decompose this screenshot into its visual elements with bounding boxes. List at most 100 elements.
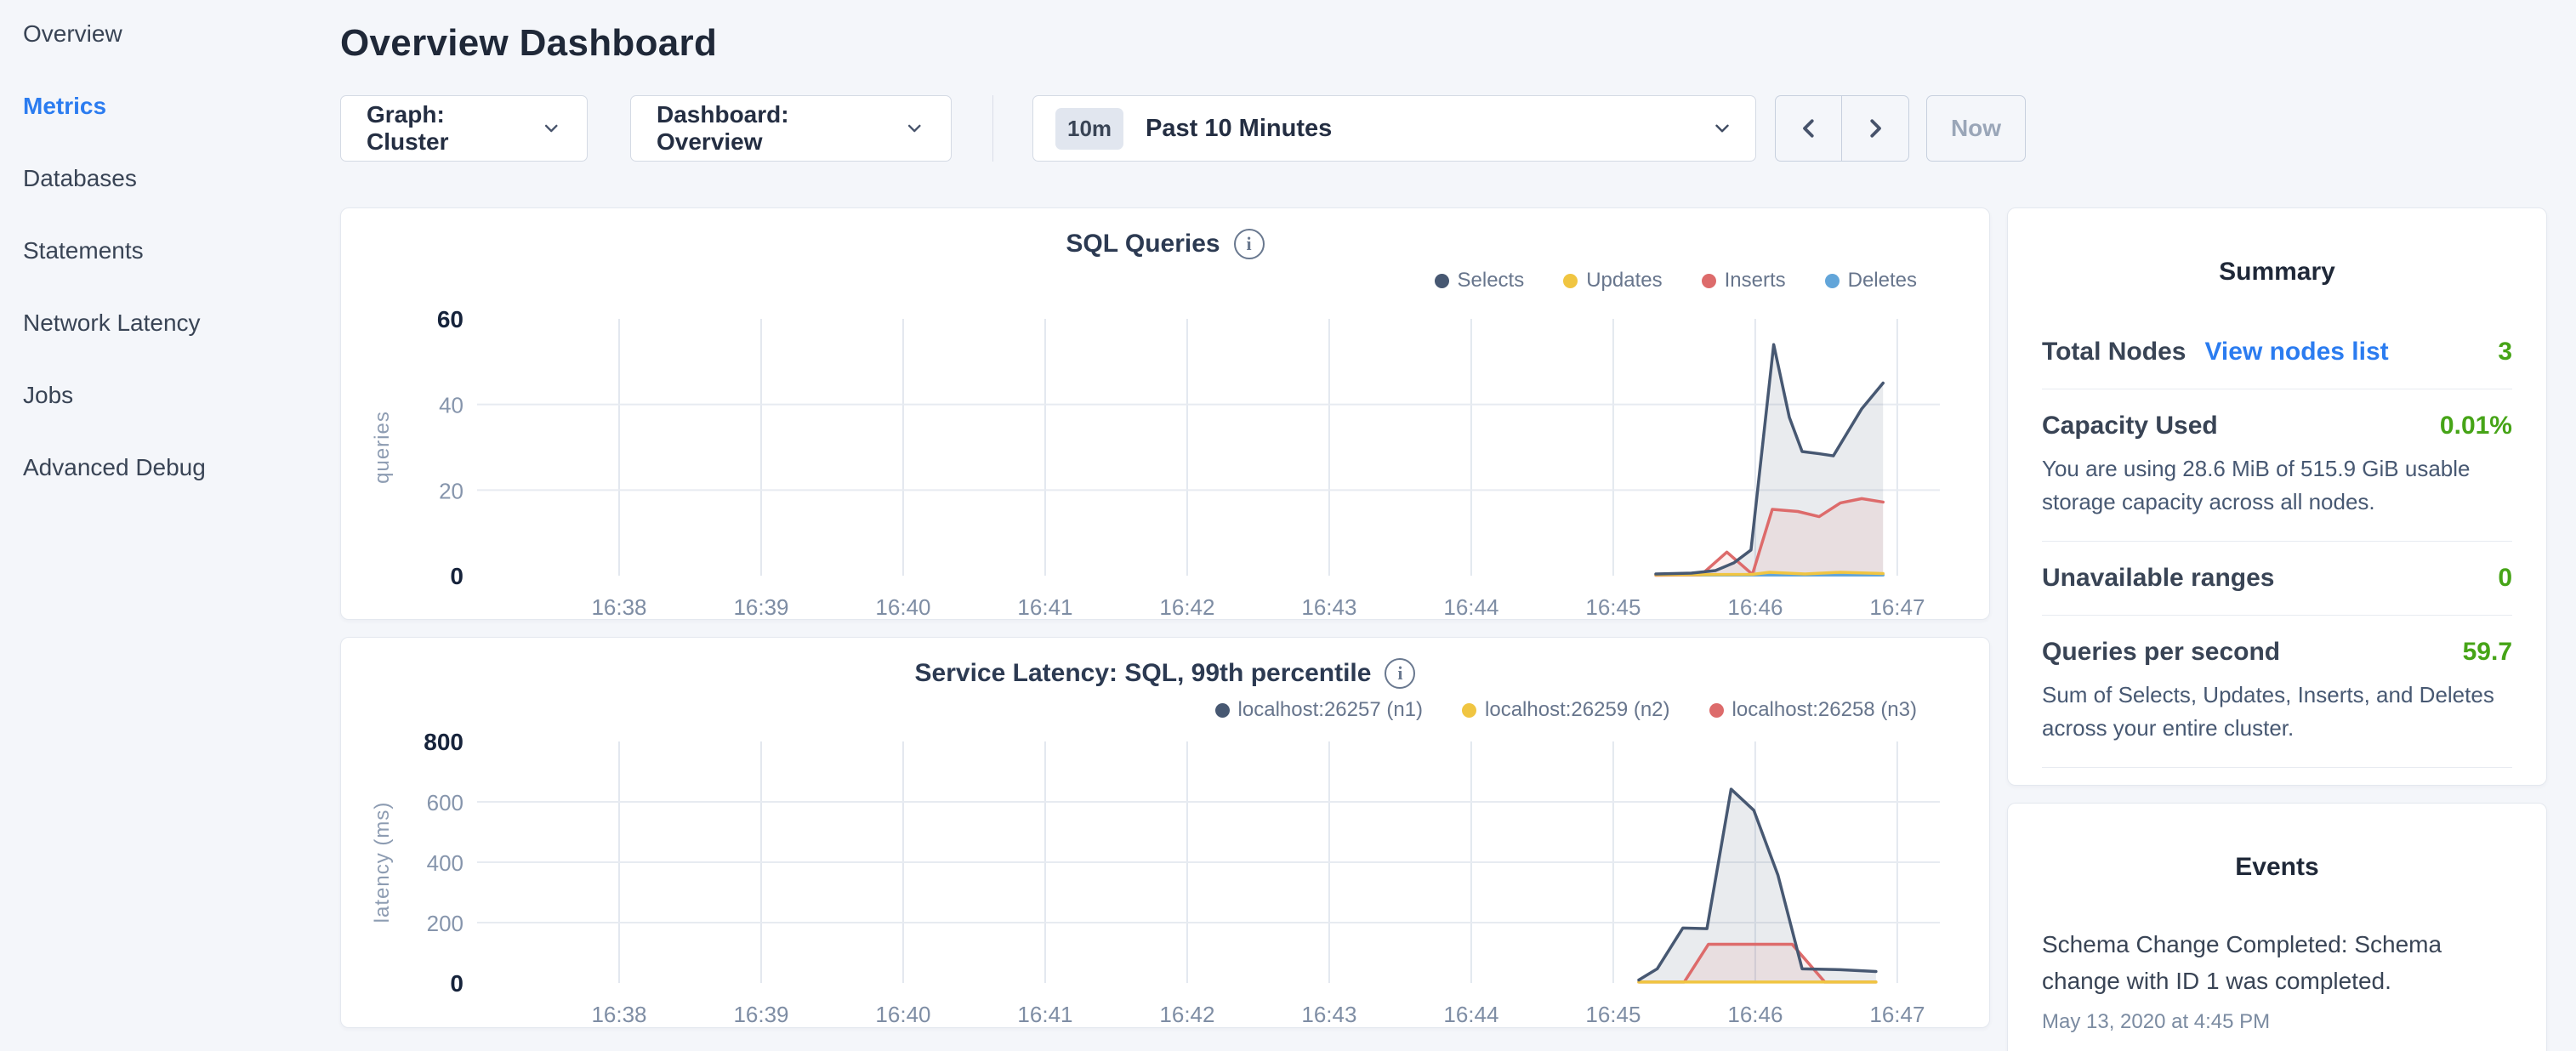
chevron-down-icon [904, 117, 925, 139]
chart-canvas: 16:38 16:39 16:40 16:41 16:42 16:43 16:44 16:45… [367, 295, 1965, 620]
svg-text:20: 20 [439, 478, 463, 503]
event-item: Schema Change Completed: Schema change w… [2042, 926, 2512, 1034]
svg-text:40: 40 [439, 393, 463, 418]
legend-dot-icon [1563, 274, 1578, 288]
summary-row-label: Queries per second [2042, 638, 2280, 667]
legend-dot-icon [1825, 274, 1840, 288]
svg-text:16:44: 16:44 [1443, 594, 1498, 620]
time-range-badge: 10m [1055, 108, 1123, 150]
svg-text:16:42: 16:42 [1159, 1002, 1214, 1027]
info-icon[interactable]: i [1385, 658, 1415, 689]
chevron-down-icon [1711, 117, 1733, 139]
dashboard-dropdown-label: Dashboard: Overview [657, 101, 887, 156]
time-range-label: Past 10 Minutes [1146, 115, 1332, 143]
svg-text:16:47: 16:47 [1869, 594, 1925, 620]
svg-text:latency (ms): latency (ms) [371, 802, 394, 923]
events-card: Events Schema Change Completed: Schema c… [2007, 803, 2547, 1051]
summary-row-label: Total Nodes [2042, 338, 2186, 366]
view-nodes-list-link[interactable]: View nodes list [2204, 338, 2388, 366]
now-button[interactable]: Now [1926, 95, 2026, 162]
summary-row-value: 3 [2498, 338, 2512, 366]
events-title: Events [2042, 853, 2512, 882]
divider [2042, 541, 2512, 542]
summary-row-description: You are using 28.6 MiB of 515.9 GiB usab… [2042, 452, 2512, 519]
service-latency-plot[interactable]: 16:3816:3916:4016:4116:4216:4316:4416:45… [367, 724, 1964, 1028]
sidebar-item-statements[interactable]: Statements [23, 237, 340, 264]
svg-text:queries: queries [371, 411, 394, 484]
chevron-down-icon [541, 117, 561, 139]
svg-text:16:46: 16:46 [1727, 594, 1783, 620]
sql-queries-chart-card: SQL Queries i SelectsUpdatesInsertsDelet… [340, 207, 1990, 620]
svg-text:60: 60 [437, 306, 463, 332]
summary-row-description: Sum of Selects, Updates, Inserts, and De… [2042, 679, 2512, 745]
time-range-selector[interactable]: 10m Past 10 Minutes [1032, 95, 1756, 162]
summary-title: Summary [2042, 258, 2512, 287]
graph-scope-dropdown[interactable]: Graph: Cluster [340, 95, 588, 162]
event-text: Schema Change Completed: Schema change w… [2042, 926, 2512, 1000]
summary-row-label: Capacity Used [2042, 412, 2218, 440]
svg-text:16:43: 16:43 [1301, 1002, 1356, 1027]
service-latency-chart-card: Service Latency: SQL, 99th percentile i … [340, 637, 1990, 1028]
svg-text:16:42: 16:42 [1159, 594, 1214, 620]
svg-text:16:41: 16:41 [1017, 594, 1072, 620]
sidebar-item-advanced-debug[interactable]: Advanced Debug [23, 454, 340, 481]
svg-text:16:38: 16:38 [591, 594, 646, 620]
svg-text:16:40: 16:40 [875, 1002, 930, 1027]
chart-title: Service Latency: SQL, 99th percentile [915, 659, 1372, 688]
sidebar-item-network-latency[interactable]: Network Latency [23, 310, 340, 337]
sql-queries-plot[interactable]: 16:38 16:39 16:40 16:41 16:42 16:43 16:44 16:45… [367, 295, 1964, 620]
legend-dot-icon [1709, 703, 1724, 718]
sidebar: Overview Metrics Databases Statements Ne… [0, 0, 340, 1051]
time-nav-group [1775, 95, 1909, 162]
info-icon[interactable]: i [1234, 229, 1265, 259]
sidebar-item-databases[interactable]: Databases [23, 165, 340, 192]
summary-card: Summary Total Nodes View nodes list 3 Ca… [2007, 207, 2547, 786]
svg-text:0: 0 [450, 563, 463, 589]
chevron-left-icon [1796, 116, 1822, 141]
chart-legend: SelectsUpdatesInsertsDeletes [367, 268, 1917, 293]
svg-text:16:45: 16:45 [1585, 1002, 1641, 1027]
dashboard-body: SQL Queries i SelectsUpdatesInsertsDelet… [340, 207, 2576, 1051]
summary-row-value: 0.01% [2440, 412, 2512, 440]
legend-item: Selects [1435, 268, 1525, 293]
page-title: Overview Dashboard [340, 22, 2576, 65]
toolbar-divider [992, 95, 993, 162]
svg-text:16:40: 16:40 [875, 594, 930, 620]
chart-legend: localhost:26257 (n1)localhost:26259 (n2)… [367, 697, 1917, 723]
legend-item: localhost:26258 (n3) [1709, 697, 1917, 723]
summary-row-unavailable-ranges: Unavailable ranges 0 [2042, 564, 2512, 593]
legend-item: Deletes [1825, 268, 1917, 293]
svg-text:16:41: 16:41 [1017, 1002, 1072, 1027]
chart-title: SQL Queries [1066, 230, 1220, 258]
svg-text:16:38: 16:38 [591, 1002, 646, 1027]
svg-text:0: 0 [450, 970, 463, 997]
dashboard-dropdown[interactable]: Dashboard: Overview [630, 95, 952, 162]
legend-item: localhost:26259 (n2) [1462, 697, 1669, 723]
time-next-button[interactable] [1842, 96, 1908, 161]
toolbar: Graph: Cluster Dashboard: Overview 10m P… [340, 95, 2576, 162]
divider [2042, 767, 2512, 768]
svg-text:16:43: 16:43 [1301, 594, 1356, 620]
event-timestamp: May 13, 2020 at 4:45 PM [2042, 1010, 2512, 1034]
legend-item: Updates [1563, 268, 1662, 293]
sidebar-item-overview[interactable]: Overview [23, 20, 340, 48]
svg-text:16:39: 16:39 [733, 1002, 788, 1027]
sidebar-item-metrics[interactable]: Metrics [23, 93, 340, 120]
summary-row-capacity-used: Capacity Used 0.01% [2042, 412, 2512, 440]
chart-canvas: 16:3816:3916:4016:4116:4216:4316:4416:45… [367, 724, 1965, 1028]
summary-row-value: 59.7 [2463, 638, 2512, 667]
sidebar-item-jobs[interactable]: Jobs [23, 382, 340, 409]
summary-row-total-nodes: Total Nodes View nodes list 3 [2042, 338, 2512, 366]
chevron-right-icon [1862, 116, 1888, 141]
svg-text:16:39: 16:39 [733, 594, 788, 620]
svg-text:400: 400 [427, 850, 463, 876]
charts-column: SQL Queries i SelectsUpdatesInsertsDelet… [340, 207, 1990, 1028]
time-prev-button[interactable] [1776, 96, 1842, 161]
svg-text:200: 200 [427, 911, 463, 936]
summary-rows: Total Nodes View nodes list 3 Capacity U… [2042, 338, 2512, 786]
legend-dot-icon [1702, 274, 1716, 288]
svg-text:800: 800 [424, 729, 463, 755]
summary-row-value: 0 [2498, 564, 2512, 593]
svg-text:16:45: 16:45 [1585, 594, 1641, 620]
summary-row-label: Unavailable ranges [2042, 564, 2274, 593]
